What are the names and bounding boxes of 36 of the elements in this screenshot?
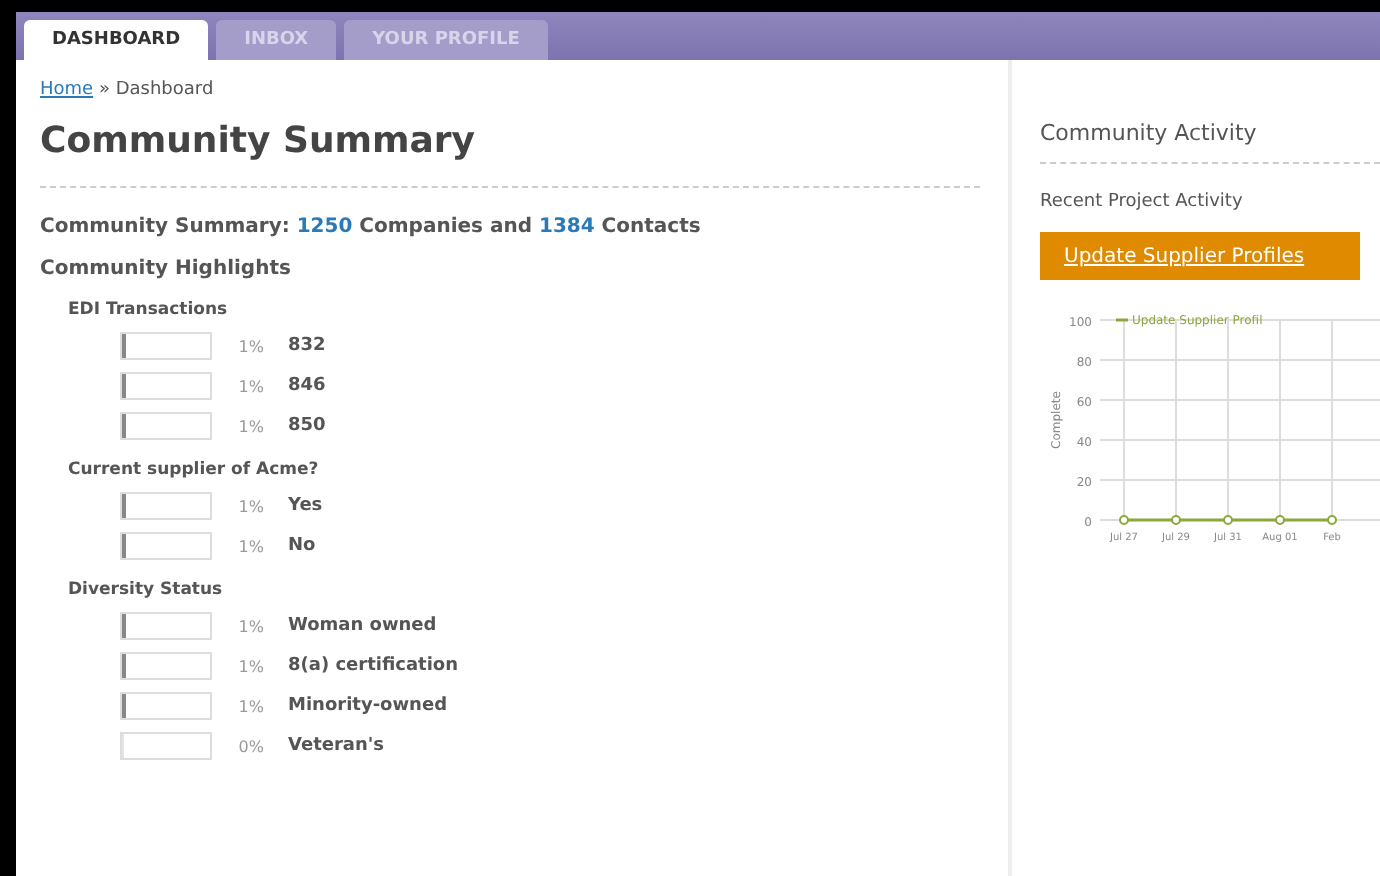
breadcrumb-current: Dashboard <box>115 80 214 100</box>
percent-text: 1% <box>236 697 264 715</box>
percent-text: 0% <box>236 737 264 755</box>
percent-text: 1% <box>236 417 264 435</box>
row-label: Woman owned <box>288 616 437 636</box>
group-title: EDI Transactions <box>68 300 230 320</box>
row-label: 832 <box>288 336 326 356</box>
percent-text: 1% <box>236 377 264 395</box>
data-point <box>1327 515 1337 525</box>
percent-text: 1% <box>236 537 264 555</box>
data-point <box>1275 515 1285 525</box>
tab[interactable]: DASHBOARD <box>24 20 209 60</box>
percent-text: 1% <box>236 497 264 515</box>
breadcrumb-separator: » <box>98 80 110 100</box>
row-label: 850 <box>288 416 326 436</box>
row-label: Yes <box>288 496 323 516</box>
percent-text: 1% <box>236 337 264 355</box>
breadcrumb-link[interactable]: Home <box>40 80 94 100</box>
group-title: Current supplier of Acme? <box>68 460 321 480</box>
percent-text: 1% <box>236 657 264 675</box>
subsection-title: Recent Project Activity <box>1040 192 1245 212</box>
data-point <box>1171 515 1181 525</box>
row-label: 8(a) certification <box>288 656 459 676</box>
row-label: Minority-owned <box>288 696 448 716</box>
project-button[interactable]: Update Supplier Profiles <box>1040 232 1360 280</box>
data-point <box>1223 515 1233 525</box>
row-label: No <box>288 536 316 556</box>
percent-text: 1% <box>236 617 264 635</box>
data-point <box>1119 515 1129 525</box>
group-title: Diversity Status <box>68 580 225 600</box>
row-label: 846 <box>288 376 326 396</box>
section-title: Community Activity <box>1040 120 1380 164</box>
page-title: Community Summary <box>40 120 980 188</box>
row-label: Veteran's <box>288 736 385 756</box>
summary-text: Community Summary: 1250 Companies and 1384 Contacts <box>40 216 703 238</box>
section-title: Community Highlights <box>40 258 293 280</box>
